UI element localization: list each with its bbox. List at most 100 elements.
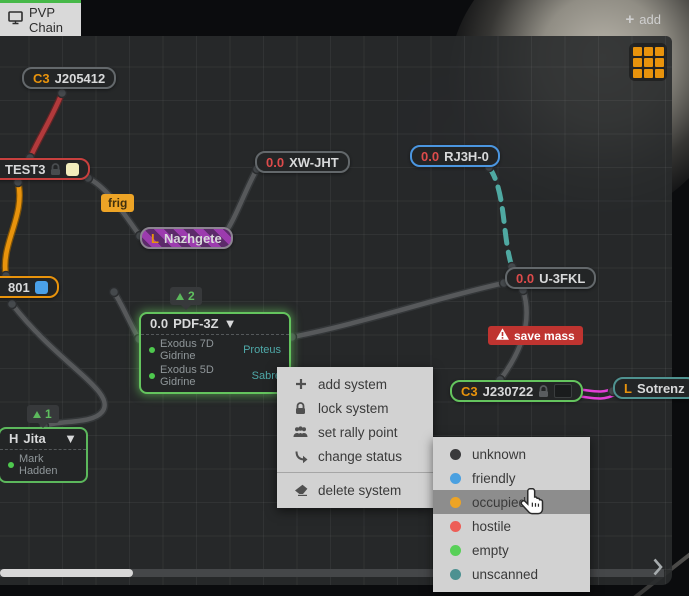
- add-map-button[interactable]: + add: [626, 12, 661, 27]
- top-bar: PVP Chain + add: [0, 0, 689, 36]
- status-square-icon: [35, 281, 48, 294]
- system-name: PDF-3Z: [173, 316, 219, 331]
- plus-icon: +: [626, 13, 635, 26]
- system-node-pdf-3z[interactable]: 0.0 PDF-3Z ▼ Exodus 7D Gidrine Proteus E…: [139, 312, 291, 394]
- note-square-icon: [66, 163, 79, 176]
- security-status: 0.0: [421, 149, 439, 164]
- online-dot-icon: [149, 373, 155, 379]
- plus-icon: [292, 378, 309, 390]
- system-name: RJ3H-0: [444, 149, 489, 164]
- lock-icon: [50, 163, 61, 176]
- status-label: unknown: [472, 447, 526, 462]
- scroll-right-chevron-icon[interactable]: [653, 558, 663, 581]
- monitor-icon: [8, 11, 23, 28]
- status-dot-icon: [450, 521, 461, 532]
- status-item-unknown[interactable]: unknown: [433, 442, 590, 466]
- tab-label: PVP Chain: [29, 5, 73, 35]
- system-class: H: [9, 431, 18, 446]
- menu-item-label: delete system: [318, 483, 401, 498]
- system-node-j205412[interactable]: C3 J205412: [22, 67, 116, 89]
- status-label: occupied: [472, 495, 526, 510]
- menu-item-add-system[interactable]: add system: [277, 372, 433, 396]
- system-name: U-3FKL: [539, 271, 585, 286]
- status-item-empty[interactable]: empty: [433, 538, 590, 562]
- save-mass-badge: save mass: [488, 326, 583, 345]
- chevron-down-icon[interactable]: ▼: [224, 316, 237, 331]
- status-label: friendly: [472, 471, 516, 486]
- users-icon: [292, 426, 309, 438]
- system-name: 801: [8, 280, 30, 295]
- menu-item-label: set rally point: [318, 425, 398, 440]
- tab-pvp-chain[interactable]: PVP Chain: [0, 3, 81, 36]
- ship-type: Sabre: [238, 370, 281, 382]
- lock-icon: [538, 385, 549, 398]
- app-window: PVP Chain + add: [0, 0, 689, 596]
- system-name: Nazhgete: [164, 231, 222, 246]
- system-node-xw-jht[interactable]: 0.0 XW-JHT: [255, 151, 350, 173]
- pilot-name: Exodus 5D Gidrine: [160, 364, 233, 388]
- pilot-name: Mark Hadden: [19, 453, 78, 477]
- status-label: hostile: [472, 519, 511, 534]
- system-class: L: [624, 381, 632, 396]
- pilot-row: Exodus 7D Gidrine Proteus: [149, 338, 281, 362]
- status-label: empty: [472, 543, 509, 558]
- system-node-sotrenz[interactable]: L Sotrenz: [613, 377, 689, 399]
- menu-item-label: lock system: [318, 401, 389, 416]
- system-node-j230722[interactable]: C3 J230722: [450, 380, 583, 402]
- system-node-rj3h-0[interactable]: 0.0 RJ3H-0: [410, 145, 500, 167]
- system-class: C3: [461, 384, 478, 399]
- context-menu: add system lock system set rally point c…: [277, 367, 433, 508]
- system-node-801[interactable]: 801: [0, 276, 59, 298]
- pilot-count: 2: [188, 289, 195, 303]
- eraser-icon: [292, 484, 309, 496]
- pilot-count-badge: 2: [170, 287, 202, 305]
- pilot-list: Mark Hadden: [0, 449, 86, 481]
- system-header[interactable]: 0.0 PDF-3Z ▼: [141, 314, 289, 334]
- system-name: Sotrenz: [637, 381, 685, 396]
- online-dot-icon: [149, 347, 155, 353]
- ship-type: Proteus: [229, 344, 281, 356]
- system-node-test3[interactable]: TEST3: [0, 158, 90, 180]
- menu-item-delete-system[interactable]: delete system: [277, 478, 433, 502]
- system-name: J205412: [55, 71, 106, 86]
- status-item-occupied[interactable]: occupied: [433, 490, 590, 514]
- warning-icon: [496, 328, 509, 343]
- system-node-u-3fkl[interactable]: 0.0 U-3FKL: [505, 267, 596, 289]
- dark-square-icon: [554, 384, 572, 398]
- system-name: Jita: [23, 431, 45, 446]
- system-name: XW-JHT: [289, 155, 339, 170]
- arrow-up-icon: [33, 411, 41, 418]
- system-header[interactable]: H Jita ▼: [0, 429, 86, 449]
- pilot-count-badge: 1: [27, 405, 59, 423]
- status-dot-icon: [450, 449, 461, 460]
- status-item-friendly[interactable]: friendly: [433, 466, 590, 490]
- chevron-down-icon[interactable]: ▼: [64, 431, 77, 446]
- arrow-up-icon: [176, 293, 184, 300]
- system-node-jita[interactable]: H Jita ▼ Mark Hadden: [0, 427, 88, 483]
- lock-icon: [292, 402, 309, 415]
- pilot-list: Exodus 7D Gidrine Proteus Exodus 5D Gidr…: [141, 334, 289, 392]
- wormhole-size-label: frig: [101, 194, 134, 212]
- menu-item-change-status[interactable]: change status: [277, 444, 433, 468]
- menu-item-set-rally-point[interactable]: set rally point: [277, 420, 433, 444]
- status-item-hostile[interactable]: hostile: [433, 514, 590, 538]
- menu-item-label: change status: [318, 449, 402, 464]
- map-grid-toggle-button[interactable]: [629, 43, 667, 81]
- status-item-unscanned[interactable]: unscanned: [433, 562, 590, 586]
- scrollbar-thumb[interactable]: [0, 569, 133, 577]
- pilot-row: Mark Hadden: [8, 453, 78, 477]
- system-name: J230722: [483, 384, 534, 399]
- status-dot-icon: [450, 473, 461, 484]
- menu-separator: [277, 472, 433, 473]
- menu-item-lock-system[interactable]: lock system: [277, 396, 433, 420]
- system-name: TEST3: [5, 162, 45, 177]
- security-status: 0.0: [266, 155, 284, 170]
- menu-item-label: add system: [318, 377, 387, 392]
- system-class: C3: [33, 71, 50, 86]
- pilot-name: Exodus 7D Gidrine: [160, 338, 224, 362]
- pilot-count: 1: [45, 407, 52, 421]
- curved-arrow-icon: [292, 450, 309, 463]
- security-status: 0.0: [516, 271, 534, 286]
- system-node-nazhgete[interactable]: L Nazhgete: [140, 227, 233, 249]
- online-dot-icon: [8, 462, 14, 468]
